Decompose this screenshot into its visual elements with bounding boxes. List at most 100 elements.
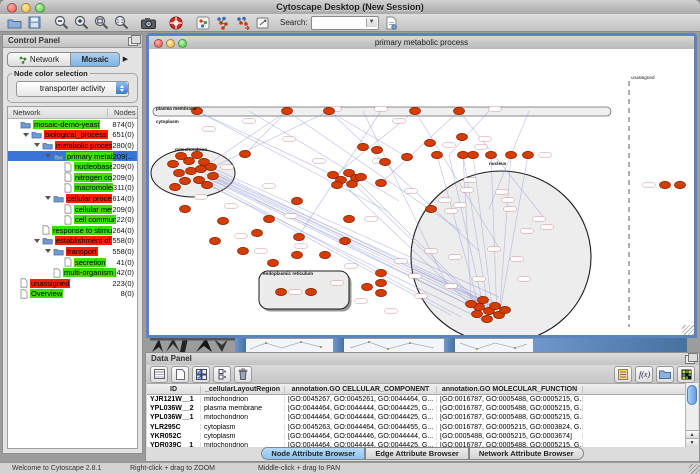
background-window-edge[interactable] xyxy=(235,338,246,352)
select-attributes-icon[interactable] xyxy=(192,366,210,383)
help-lifering-icon[interactable] xyxy=(167,15,184,30)
background-window-preview[interactable] xyxy=(344,338,444,352)
scrollbar-thumb[interactable] xyxy=(687,385,697,405)
graph-node[interactable] xyxy=(196,165,207,172)
graph-node[interactable] xyxy=(210,237,221,244)
graph-node[interactable] xyxy=(320,251,331,258)
graph-node[interactable] xyxy=(268,259,279,266)
graph-node[interactable] xyxy=(174,169,185,176)
tree-row[interactable]: cellular process614(0) xyxy=(8,193,137,204)
snapshot-camera-icon[interactable] xyxy=(140,15,157,30)
graph-node[interactable] xyxy=(376,269,387,276)
tree-row[interactable]: cellular metabol209(0) xyxy=(8,204,137,215)
window-resize-grip[interactable] xyxy=(689,464,700,474)
tree-row[interactable]: mosaic-demo-yeast874(0) xyxy=(8,119,137,130)
annotation-icon[interactable] xyxy=(254,15,271,30)
disclosure-triangle-icon[interactable] xyxy=(23,133,29,137)
graph-node[interactable] xyxy=(294,233,305,240)
open-session-button[interactable] xyxy=(6,15,23,30)
tree-row[interactable]: response to stimulu264(0) xyxy=(8,225,137,236)
col-id[interactable]: ID xyxy=(147,386,201,393)
graph-node[interactable] xyxy=(426,205,437,212)
graph-node[interactable] xyxy=(425,139,436,146)
tree-row[interactable]: secretion41(0) xyxy=(8,257,137,268)
tab-overflow-arrow[interactable]: ▶ xyxy=(120,53,131,66)
table-row[interactable]: YPL036W__1mitochondrion[GO:0044464, GO:0… xyxy=(147,413,686,422)
graph-node[interactable] xyxy=(478,296,489,303)
background-window-titlebar[interactable] xyxy=(533,338,687,352)
background-window-edge[interactable] xyxy=(444,338,455,352)
graph-node[interactable] xyxy=(264,215,275,222)
tab-node-attribute-browser[interactable]: Node Attribute Browser xyxy=(261,447,365,460)
col-region[interactable]: _cellularLayoutRegion xyxy=(201,386,285,393)
delete-attribute-icon[interactable] xyxy=(234,366,252,383)
network-canvas[interactable]: plasma membranecytoplasmmitochondrionnuc… xyxy=(149,49,694,335)
graph-node[interactable] xyxy=(340,237,351,244)
graph-node[interactable] xyxy=(376,289,387,296)
scroll-down-arrow[interactable]: ▼ xyxy=(686,438,698,447)
graph-node[interactable] xyxy=(523,151,534,158)
col-cellular-component[interactable]: annotation.GO CELLULAR_COMPONENT xyxy=(285,386,437,393)
graph-node[interactable] xyxy=(184,157,195,164)
graph-node[interactable] xyxy=(332,181,343,188)
graph-node[interactable] xyxy=(468,151,479,158)
graph-node[interactable] xyxy=(344,215,355,222)
graph-node[interactable] xyxy=(432,151,443,158)
graph-node[interactable] xyxy=(362,283,373,290)
graph-node[interactable] xyxy=(218,217,229,224)
graph-node[interactable] xyxy=(240,150,251,157)
graph-node[interactable] xyxy=(376,279,387,286)
graph-node[interactable] xyxy=(376,179,387,186)
import-attributes-icon[interactable] xyxy=(656,366,674,383)
graph-node[interactable] xyxy=(306,288,317,295)
float-panel-icon[interactable] xyxy=(128,37,138,46)
tree-row[interactable]: transport558(0) xyxy=(8,246,137,257)
float-data-panel-icon[interactable] xyxy=(685,355,695,364)
formula-builder-icon[interactable]: f(x) xyxy=(635,366,653,383)
graph-node[interactable] xyxy=(410,107,421,114)
search-dropdown-arrow[interactable]: ▼ xyxy=(366,18,377,27)
tree-row[interactable]: biological_process651(0) xyxy=(8,130,137,141)
graph-node[interactable] xyxy=(675,181,686,188)
graph-node[interactable] xyxy=(180,177,191,184)
attribute-matrix-icon[interactable] xyxy=(677,366,695,383)
table-row[interactable]: YLR295Ccytoplasm[GO:0045263, GO:0044464,… xyxy=(147,423,686,432)
graph-node[interactable] xyxy=(490,302,501,309)
table-row[interactable]: YJR121W__1mitochondrion[GO:0045267, GO:0… xyxy=(147,395,686,404)
graph-node[interactable] xyxy=(282,107,293,114)
background-window-edge[interactable] xyxy=(333,338,344,352)
zoom-out-icon[interactable] xyxy=(53,15,70,30)
import-table-icon[interactable] xyxy=(234,15,251,30)
graph-node[interactable] xyxy=(186,167,197,174)
attribute-report-icon[interactable] xyxy=(614,366,632,383)
disclosure-triangle-icon[interactable] xyxy=(45,154,51,158)
tree-row[interactable]: unassigned223(0) xyxy=(8,278,137,289)
graph-node[interactable] xyxy=(402,153,413,160)
graph-node[interactable] xyxy=(472,310,483,317)
view-resize-grip[interactable] xyxy=(682,325,694,335)
graph-node[interactable] xyxy=(500,306,511,313)
graph-node[interactable] xyxy=(170,183,181,190)
graph-node[interactable] xyxy=(347,180,358,187)
graph-node[interactable] xyxy=(358,143,369,150)
graph-node[interactable] xyxy=(466,300,477,307)
disclosure-triangle-icon[interactable] xyxy=(34,239,40,243)
graph-node[interactable] xyxy=(192,151,203,158)
graph-node[interactable] xyxy=(380,158,391,165)
table-row[interactable]: YPL036W__2plasma membrane[GO:0044464, GO… xyxy=(147,404,686,413)
new-attribute-icon[interactable] xyxy=(171,366,189,383)
graph-node[interactable] xyxy=(324,107,335,114)
graph-node[interactable] xyxy=(292,251,303,258)
tree-row[interactable]: multi-organism pro42(0) xyxy=(8,267,137,278)
graph-node[interactable] xyxy=(292,197,303,204)
graph-node[interactable] xyxy=(372,146,383,153)
graph-node[interactable] xyxy=(180,205,191,212)
col-molecular-function[interactable]: annotation.GO MOLECULAR_FUNCTION xyxy=(437,386,583,393)
graph-node[interactable] xyxy=(457,133,468,140)
table-scrollbar[interactable]: ▲ ▼ xyxy=(685,383,698,447)
tab-network-attribute-browser[interactable]: Network Attribute Browser xyxy=(469,447,584,460)
create-view-icon[interactable] xyxy=(194,15,211,30)
graph-node[interactable] xyxy=(168,160,179,167)
graph-node[interactable] xyxy=(276,288,287,295)
table-row[interactable]: YKR052Ccytoplasm[GO:0044464, GO:0044446,… xyxy=(147,432,686,441)
